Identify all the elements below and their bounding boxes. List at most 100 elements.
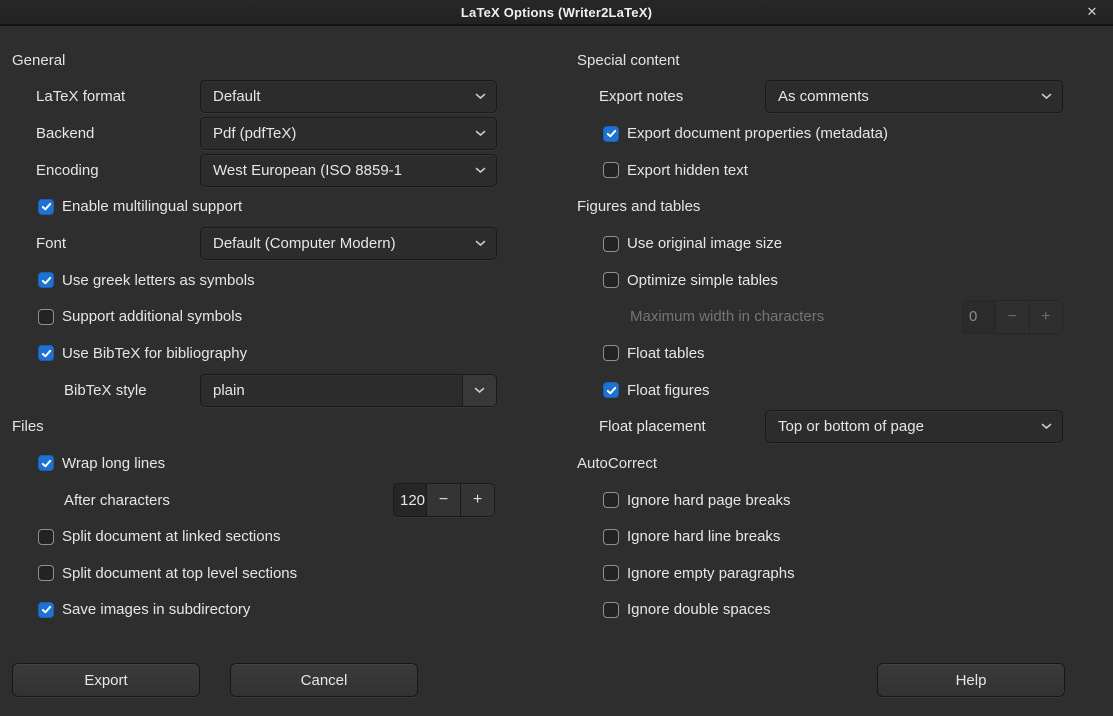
ignore-line-breaks-row: Ignore hard line breaks xyxy=(577,518,1063,555)
font-value: Default (Computer Modern) xyxy=(201,235,464,252)
split-top-level-checkbox[interactable] xyxy=(38,565,54,581)
encoding-row: Encoding West European (ISO 8859-1 xyxy=(12,152,497,189)
multilingual-label: Enable multilingual support xyxy=(54,198,242,215)
float-placement-row: Float placement Top or bottom of page xyxy=(577,408,1063,445)
ignore-line-breaks-checkbox[interactable] xyxy=(603,529,619,545)
close-icon[interactable]: ✕ xyxy=(1080,0,1104,24)
right-column: Special content Export notes As comments… xyxy=(577,26,1063,628)
bibtex-style-label: BibTeX style xyxy=(12,382,147,399)
bibtex-style-row: BibTeX style plain xyxy=(12,372,497,409)
chevron-down-icon[interactable] xyxy=(462,375,496,406)
backend-label: Backend xyxy=(12,125,94,142)
chevron-down-icon xyxy=(1030,423,1062,430)
float-tables-label: Float tables xyxy=(619,345,705,362)
export-button[interactable]: Export xyxy=(12,663,200,697)
ignore-double-spaces-checkbox[interactable] xyxy=(603,602,619,618)
max-width-row: Maximum width in characters 0 − + xyxy=(577,298,1063,335)
after-characters-spinner: 120 − + xyxy=(393,483,495,517)
multilingual-row: Enable multilingual support xyxy=(12,189,497,226)
encoding-dropdown[interactable]: West European (ISO 8859-1 xyxy=(200,154,497,187)
additional-symbols-checkbox[interactable] xyxy=(38,309,54,325)
backend-row: Backend Pdf (pdfTeX) xyxy=(12,115,497,152)
export-hidden-checkbox[interactable] xyxy=(603,162,619,178)
bibtex-style-value: plain xyxy=(201,382,462,399)
section-general: General xyxy=(12,42,497,79)
export-notes-dropdown[interactable]: As comments xyxy=(765,80,1063,113)
section-files: Files xyxy=(12,408,497,445)
float-tables-row: Float tables xyxy=(577,335,1063,372)
greek-letters-label: Use greek letters as symbols xyxy=(54,272,255,289)
float-figures-checkbox[interactable] xyxy=(603,382,619,398)
latex-format-row: LaTeX format Default xyxy=(12,79,497,116)
split-top-level-label: Split document at top level sections xyxy=(54,565,297,582)
optimize-tables-checkbox[interactable] xyxy=(603,272,619,288)
use-bibtex-label: Use BibTeX for bibliography xyxy=(54,345,247,362)
plus-icon: + xyxy=(1029,301,1063,333)
wrap-long-lines-label: Wrap long lines xyxy=(54,455,165,472)
use-bibtex-checkbox[interactable] xyxy=(38,345,54,361)
ignore-double-spaces-label: Ignore double spaces xyxy=(619,601,770,618)
optimize-tables-row: Optimize simple tables xyxy=(577,262,1063,299)
latex-format-dropdown[interactable]: Default xyxy=(200,80,497,113)
section-special-content: Special content xyxy=(577,42,1063,79)
ignore-empty-paragraphs-label: Ignore empty paragraphs xyxy=(619,565,795,582)
wrap-long-lines-checkbox[interactable] xyxy=(38,455,54,471)
float-figures-label: Float figures xyxy=(619,382,710,399)
minus-icon: − xyxy=(995,301,1029,333)
minus-icon[interactable]: − xyxy=(426,484,460,516)
section-autocorrect: AutoCorrect xyxy=(577,445,1063,482)
dialog-titlebar: LaTeX Options (Writer2LaTeX) ✕ xyxy=(0,0,1113,26)
export-notes-row: Export notes As comments xyxy=(577,79,1063,116)
backend-dropdown[interactable]: Pdf (pdfTeX) xyxy=(200,117,497,150)
ignore-double-spaces-row: Ignore double spaces xyxy=(577,592,1063,629)
float-figures-row: Float figures xyxy=(577,372,1063,409)
latex-format-label: LaTeX format xyxy=(12,88,125,105)
encoding-value: West European (ISO 8859-1 xyxy=(201,162,464,179)
help-button[interactable]: Help xyxy=(877,663,1065,697)
use-bibtex-row: Use BibTeX for bibliography xyxy=(12,335,497,372)
ignore-page-breaks-checkbox[interactable] xyxy=(603,492,619,508)
font-row: Font Default (Computer Modern) xyxy=(12,225,497,262)
chevron-down-icon xyxy=(464,240,496,247)
original-image-size-row: Use original image size xyxy=(577,225,1063,262)
backend-value: Pdf (pdfTeX) xyxy=(201,125,464,142)
split-top-level-row: Split document at top level sections xyxy=(12,555,497,592)
ignore-empty-paragraphs-row: Ignore empty paragraphs xyxy=(577,555,1063,592)
dialog-title: LaTeX Options (Writer2LaTeX) xyxy=(461,5,652,20)
export-metadata-checkbox[interactable] xyxy=(603,126,619,142)
multilingual-checkbox[interactable] xyxy=(38,199,54,215)
optimize-tables-label: Optimize simple tables xyxy=(619,272,778,289)
additional-symbols-row: Support additional symbols xyxy=(12,298,497,335)
export-hidden-label: Export hidden text xyxy=(619,162,748,179)
float-placement-label: Float placement xyxy=(577,418,706,435)
max-width-spinner: 0 − + xyxy=(962,300,1063,334)
save-images-row: Save images in subdirectory xyxy=(12,592,497,629)
greek-letters-checkbox[interactable] xyxy=(38,272,54,288)
font-dropdown[interactable]: Default (Computer Modern) xyxy=(200,227,497,260)
original-image-size-checkbox[interactable] xyxy=(603,236,619,252)
font-label: Font xyxy=(12,235,66,252)
cancel-button[interactable]: Cancel xyxy=(230,663,418,697)
ignore-page-breaks-row: Ignore hard page breaks xyxy=(577,482,1063,519)
float-tables-checkbox[interactable] xyxy=(603,345,619,361)
float-placement-dropdown[interactable]: Top or bottom of page xyxy=(765,410,1063,443)
left-column: General LaTeX format Default Backend Pdf… xyxy=(12,26,497,628)
greek-letters-row: Use greek letters as symbols xyxy=(12,262,497,299)
latex-format-value: Default xyxy=(201,88,464,105)
export-notes-label: Export notes xyxy=(577,88,683,105)
save-images-label: Save images in subdirectory xyxy=(54,601,250,618)
split-linked-checkbox[interactable] xyxy=(38,529,54,545)
export-hidden-row: Export hidden text xyxy=(577,152,1063,189)
bibtex-style-combobox[interactable]: plain xyxy=(200,374,497,407)
ignore-empty-paragraphs-checkbox[interactable] xyxy=(603,565,619,581)
save-images-checkbox[interactable] xyxy=(38,602,54,618)
ignore-line-breaks-label: Ignore hard line breaks xyxy=(619,528,780,545)
plus-icon[interactable]: + xyxy=(460,484,494,516)
max-width-value: 0 xyxy=(963,301,995,333)
after-characters-value[interactable]: 120 xyxy=(394,484,426,516)
max-width-label: Maximum width in characters xyxy=(577,308,824,325)
export-notes-value: As comments xyxy=(766,88,1030,105)
split-linked-row: Split document at linked sections xyxy=(12,518,497,555)
wrap-long-lines-row: Wrap long lines xyxy=(12,445,497,482)
chevron-down-icon xyxy=(1030,93,1062,100)
